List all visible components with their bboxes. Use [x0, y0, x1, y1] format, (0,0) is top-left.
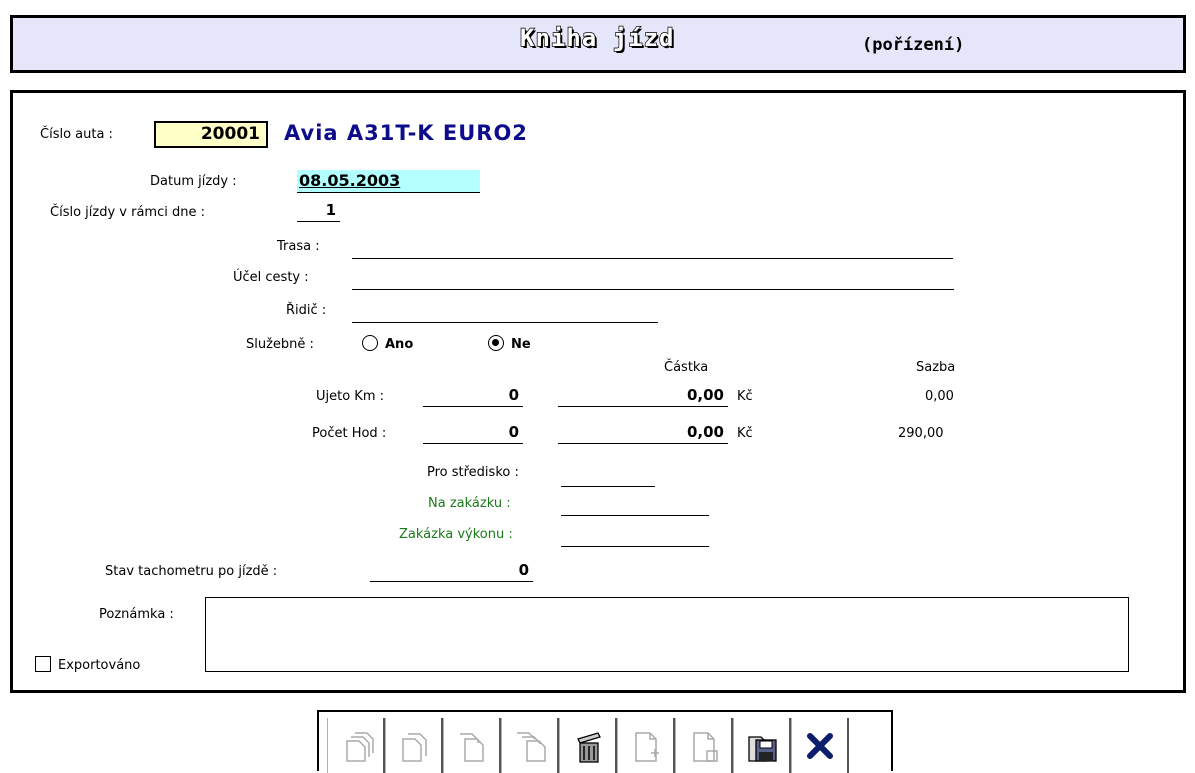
exported-label: Exportováno: [58, 658, 141, 673]
driver-label: Řidič :: [286, 303, 327, 318]
previous-record-button[interactable]: [385, 718, 443, 773]
official-no-label: Ne: [511, 337, 531, 352]
performance-order-field[interactable]: [561, 519, 709, 547]
purpose-label: Účel cesty :: [233, 270, 309, 285]
copy-record-button[interactable]: [675, 718, 733, 773]
hours-amount-field[interactable]: 0,00: [558, 422, 728, 444]
center-field[interactable]: [561, 460, 655, 487]
route-label: Trasa :: [277, 239, 320, 254]
car-number-field[interactable]: 20001: [154, 121, 268, 148]
rate-header: Sazba: [916, 360, 956, 375]
date-label: Datum jízdy :: [150, 174, 237, 189]
delete-trash-icon: [576, 731, 601, 763]
last-record-button[interactable]: [501, 718, 559, 773]
last-record-icon: [516, 731, 546, 762]
trip-number-label: Číslo jízdy v rámci dne :: [50, 205, 205, 220]
odometer-field[interactable]: 0: [370, 560, 533, 582]
performance-order-label: Zakázka výkonu :: [399, 527, 513, 542]
exported-checkbox[interactable]: [35, 656, 51, 672]
close-x-icon: [806, 732, 833, 759]
window-title: Kniha jízd: [519, 23, 675, 52]
center-label: Pro středisko :: [427, 465, 519, 480]
km-field[interactable]: 0: [423, 385, 523, 407]
save-record-button[interactable]: [733, 718, 791, 773]
new-record-icon: [634, 731, 659, 762]
purpose-field[interactable]: [352, 268, 954, 290]
hours-field[interactable]: 0: [423, 422, 523, 444]
official-label: Služebně :: [246, 337, 314, 352]
delete-record-button[interactable]: [559, 718, 617, 773]
trip-number-field[interactable]: 1: [297, 200, 340, 222]
car-number-label: Číslo auta :: [40, 127, 113, 142]
copy-record-icon: [692, 731, 718, 762]
note-label: Poznámka :: [99, 607, 174, 622]
km-label: Ujeto Km :: [316, 389, 385, 404]
odometer-label: Stav tachometru po jízdě :: [105, 564, 278, 579]
first-record-button[interactable]: [327, 718, 385, 773]
km-currency: Kč: [737, 389, 753, 404]
window-subtitle: (pořízení): [862, 35, 965, 55]
new-record-button[interactable]: [617, 718, 675, 773]
hours-currency: Kč: [737, 426, 753, 441]
close-button[interactable]: [791, 718, 849, 773]
official-no-radio[interactable]: [488, 335, 504, 351]
note-field[interactable]: [205, 597, 1129, 672]
order-label: Na zakázku :: [428, 496, 511, 511]
amount-header: Částka: [664, 360, 709, 375]
route-field[interactable]: [352, 237, 953, 259]
hours-label: Počet Hod :: [312, 426, 387, 441]
first-record-icon: [345, 731, 374, 762]
date-field[interactable]: 08.05.2003: [297, 170, 480, 193]
next-record-button[interactable]: [443, 718, 501, 773]
hours-rate: 290,00: [898, 426, 944, 441]
km-amount-field[interactable]: 0,00: [558, 385, 728, 407]
car-name: Avia A31T-K EURO2: [284, 121, 528, 145]
driver-field[interactable]: [352, 301, 658, 323]
previous-record-icon: [401, 732, 427, 762]
next-record-icon: [459, 732, 484, 762]
order-field[interactable]: [561, 489, 709, 516]
record-toolbar: [317, 710, 893, 773]
official-yes-radio[interactable]: [362, 335, 378, 351]
official-yes-label: Ano: [385, 337, 414, 352]
save-disk-icon: [747, 735, 777, 762]
km-rate: 0,00: [925, 389, 954, 404]
